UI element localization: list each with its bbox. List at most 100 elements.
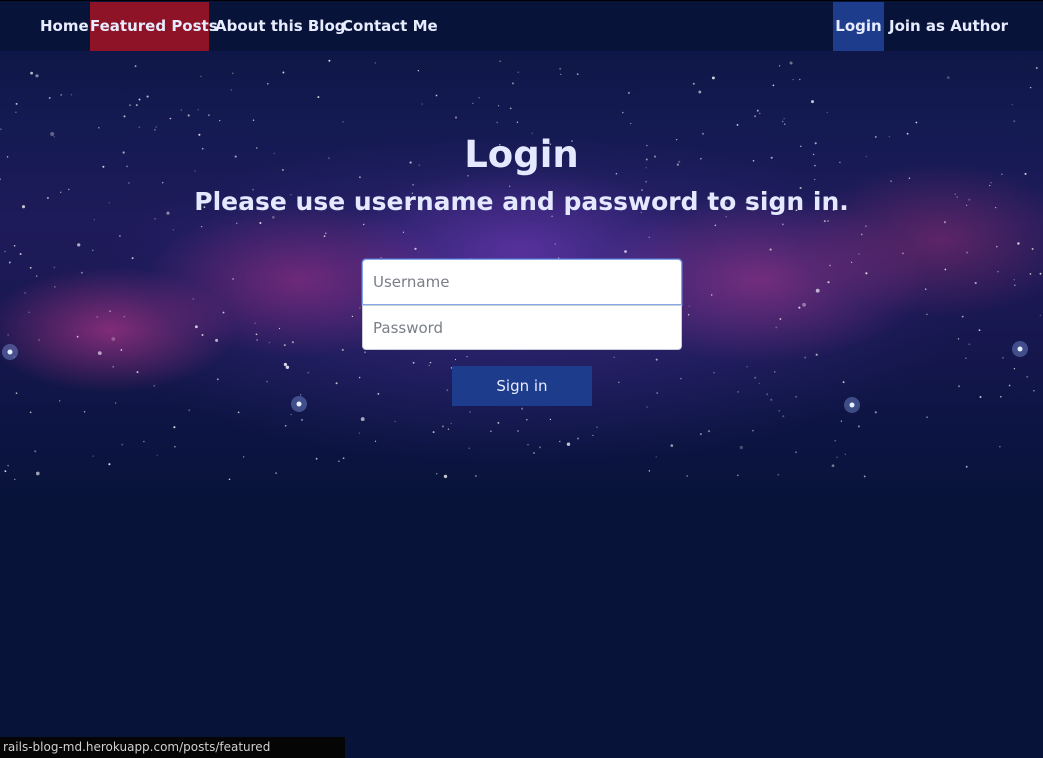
star bbox=[737, 391, 740, 393]
star bbox=[746, 366, 748, 368]
star bbox=[173, 426, 176, 429]
star bbox=[698, 90, 702, 94]
bright-star bbox=[1017, 346, 1023, 352]
star bbox=[978, 329, 981, 332]
star bbox=[539, 446, 542, 449]
star bbox=[827, 281, 830, 284]
star bbox=[711, 76, 715, 80]
star bbox=[758, 382, 760, 384]
star bbox=[28, 311, 30, 313]
star bbox=[153, 384, 156, 387]
star bbox=[70, 94, 73, 96]
page-subtitle: Please use username and password to sign… bbox=[194, 187, 849, 216]
star bbox=[592, 434, 594, 437]
star bbox=[739, 445, 743, 450]
star bbox=[93, 218, 96, 221]
star bbox=[782, 223, 784, 226]
star bbox=[497, 422, 500, 424]
star bbox=[840, 420, 843, 422]
star bbox=[435, 94, 438, 97]
nav-link-join-as-author[interactable]: Join as Author bbox=[889, 2, 1008, 51]
star bbox=[360, 417, 365, 422]
sign-in-button[interactable]: Sign in bbox=[452, 366, 592, 406]
star bbox=[121, 443, 124, 446]
star bbox=[1039, 272, 1042, 275]
star bbox=[275, 472, 278, 475]
star bbox=[509, 107, 512, 110]
nav-link-home[interactable]: Home bbox=[40, 2, 89, 51]
star bbox=[421, 103, 424, 105]
star bbox=[549, 418, 552, 421]
star bbox=[255, 333, 258, 336]
star bbox=[0, 128, 2, 130]
star bbox=[1013, 279, 1015, 281]
star bbox=[1035, 66, 1038, 70]
star bbox=[358, 176, 361, 179]
nav-link-about[interactable]: About this Blog bbox=[215, 2, 345, 51]
star bbox=[77, 243, 81, 247]
star bbox=[496, 121, 499, 124]
star bbox=[466, 355, 468, 358]
password-input[interactable] bbox=[362, 305, 682, 350]
star bbox=[857, 425, 860, 428]
star bbox=[946, 76, 950, 79]
star bbox=[814, 178, 816, 181]
star bbox=[143, 440, 145, 443]
star bbox=[19, 252, 22, 256]
star bbox=[443, 474, 448, 479]
star bbox=[83, 410, 86, 413]
star bbox=[618, 381, 620, 384]
nav-link-contact[interactable]: Contact Me bbox=[342, 2, 438, 51]
star bbox=[76, 335, 79, 338]
star bbox=[836, 456, 838, 458]
star bbox=[989, 184, 991, 187]
star bbox=[645, 180, 647, 183]
star bbox=[374, 62, 377, 64]
star bbox=[432, 431, 435, 434]
star bbox=[222, 311, 225, 314]
star bbox=[990, 182, 992, 184]
star bbox=[14, 478, 16, 481]
star bbox=[4, 470, 7, 473]
star bbox=[315, 457, 318, 460]
star bbox=[215, 338, 219, 342]
nav-link-login[interactable]: Login bbox=[833, 2, 884, 51]
star bbox=[259, 221, 262, 225]
star bbox=[965, 357, 967, 359]
star bbox=[454, 358, 457, 361]
nav-link-featured-posts[interactable]: Featured Posts bbox=[90, 2, 218, 51]
bright-star bbox=[296, 401, 302, 407]
star bbox=[944, 268, 947, 271]
star bbox=[792, 78, 794, 81]
star bbox=[60, 93, 63, 96]
star bbox=[92, 249, 94, 251]
star bbox=[180, 109, 183, 111]
star bbox=[775, 326, 778, 329]
star bbox=[559, 440, 561, 443]
star bbox=[687, 313, 690, 316]
starfield bbox=[0, 59, 1042, 481]
star bbox=[138, 98, 141, 101]
star bbox=[779, 318, 782, 320]
star bbox=[29, 411, 32, 414]
star bbox=[402, 231, 405, 233]
star bbox=[283, 344, 286, 347]
star bbox=[359, 307, 361, 309]
username-input[interactable] bbox=[362, 259, 682, 305]
star bbox=[958, 385, 960, 388]
star bbox=[778, 65, 781, 67]
star bbox=[236, 222, 238, 224]
star bbox=[300, 418, 304, 421]
star bbox=[517, 430, 519, 432]
star bbox=[795, 395, 798, 398]
star bbox=[1029, 86, 1032, 89]
star bbox=[777, 473, 780, 476]
star bbox=[154, 129, 156, 131]
star bbox=[111, 337, 116, 341]
star bbox=[195, 325, 198, 329]
star bbox=[138, 126, 141, 129]
star bbox=[278, 327, 281, 330]
nebula-background-image bbox=[0, 0, 1043, 500]
star bbox=[902, 252, 904, 255]
navbar: Home Featured Posts About this Blog Cont… bbox=[0, 0, 1043, 51]
